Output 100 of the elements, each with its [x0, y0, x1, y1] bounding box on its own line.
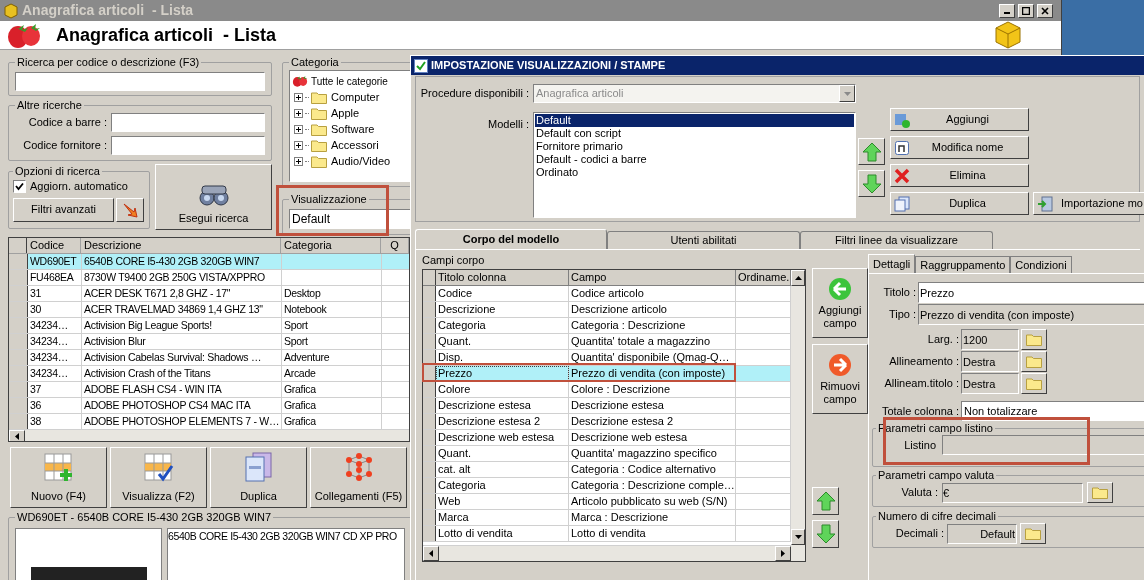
grid-row[interactable]: Colore Colore : Descrizione — [423, 382, 791, 398]
input-field[interactable]: Default — [947, 523, 1017, 544]
table-row[interactable]: 30 ACER TRAVELMAD 34869 1,4 GHZ 13" Notebook — [9, 302, 409, 318]
tree-item[interactable]: Tutte le categorie — [311, 73, 388, 89]
search-field[interactable] — [15, 71, 265, 91]
table-cell: ACER DESK T671 2,8 GHZ - 17" — [82, 286, 282, 301]
list-item[interactable]: Ordinato — [535, 166, 854, 179]
grid-row[interactable]: cat. alt Categoria : Codice alternativo — [423, 462, 791, 478]
input-field[interactable]: Destra — [961, 373, 1019, 394]
horizontal-scrollbar[interactable] — [9, 430, 409, 441]
field-button[interactable]: Rimuovi campo — [812, 344, 868, 414]
input-field[interactable] — [942, 435, 1144, 455]
grid-row[interactable]: Categoria Categoria : Descrizione — [423, 318, 791, 334]
table-row[interactable]: WD690ET 6540B CORE I5-430 2GB 320GB WIN7 — [9, 254, 409, 270]
folder-button[interactable] — [1021, 351, 1047, 372]
table-row[interactable]: 37 ADOBE FLASH CS4 - WIN ITA Grafica — [9, 382, 409, 398]
folder-button[interactable] — [1087, 482, 1113, 503]
table-row[interactable]: FU468EA 8730W T9400 2GB 250G VISTA/XPPRO — [9, 270, 409, 286]
list-item[interactable]: Fornitore primario — [535, 140, 854, 153]
checkbox[interactable] — [13, 179, 26, 193]
horizontal-scrollbar[interactable] — [423, 545, 791, 561]
list-item[interactable]: Default - codici a barre — [535, 153, 854, 166]
column-header[interactable]: Descrizione — [81, 238, 281, 253]
list-item[interactable]: Default con script — [535, 127, 854, 140]
table-cell: Quantita' magazzino specifico — [569, 446, 736, 461]
folder-button[interactable] — [1020, 523, 1046, 544]
tab[interactable]: Raggruppamento — [915, 256, 1011, 273]
dialog-button[interactable]: Duplica — [890, 192, 1029, 215]
move-up-button[interactable] — [858, 138, 885, 165]
grid-row[interactable]: Codice Codice articolo — [423, 286, 791, 302]
grid-row[interactable]: Descrizione estesa 2 Descrizione estesa 2 — [423, 414, 791, 430]
toolbar-button[interactable]: Duplica — [210, 447, 307, 508]
input-field[interactable] — [111, 113, 265, 132]
column-header[interactable]: Campo — [569, 270, 736, 285]
filter-button[interactable] — [116, 197, 144, 222]
column-header[interactable]: Categoria — [281, 238, 381, 253]
tree-item[interactable]: Computer — [331, 88, 380, 106]
input-field[interactable] — [111, 136, 265, 155]
input-field[interactable]: 1200 — [961, 329, 1019, 350]
folder-button[interactable] — [1021, 373, 1047, 394]
grid-row[interactable]: Web Articolo pubblicato su web (S/N) — [423, 494, 791, 510]
folder-button[interactable] — [1021, 329, 1047, 350]
field-label: Listino — [903, 437, 936, 453]
tab[interactable]: Utenti abilitati — [607, 231, 800, 249]
move-down-button[interactable] — [858, 170, 885, 197]
dialog-button[interactable]: Elimina — [890, 164, 1029, 187]
column-header[interactable]: Codice — [27, 238, 81, 253]
search-run-button[interactable]: Esegui ricerca — [155, 164, 272, 230]
grid-row[interactable]: Descrizione Descrizione articolo — [423, 302, 791, 318]
grid-row[interactable]: Categoria Categoria : Descrizione comple… — [423, 478, 791, 494]
expand-icon[interactable] — [294, 92, 303, 102]
arrow-up-icon — [861, 141, 882, 162]
input-field[interactable]: € — [942, 482, 1083, 503]
input-field[interactable]: Prezzo di vendita (con imposte) — [918, 304, 1144, 325]
move-up-button[interactable] — [812, 487, 839, 515]
tree-item[interactable]: Software — [331, 120, 375, 138]
column-header[interactable]: Titolo colonna — [436, 270, 569, 285]
tab[interactable]: Corpo del modello — [415, 229, 607, 249]
table-cell: Descrizione articolo — [569, 302, 736, 317]
grid-row[interactable]: Descrizione web estesa Descrizione web estesa — [423, 430, 791, 446]
table-cell: 34234… — [28, 318, 82, 333]
expand-icon[interactable] — [294, 140, 303, 150]
dialog-button[interactable]: Modifica nome — [890, 136, 1029, 159]
column-header[interactable]: Q — [381, 238, 409, 253]
table-row[interactable]: 34234… Activision Blur Sport — [9, 334, 409, 350]
advanced-filters-button[interactable]: Filtri avanzati — [13, 197, 114, 222]
table-row[interactable]: 36 ADOBE PHOTOSHOP CS4 MAC ITA Grafica — [9, 398, 409, 414]
table-row[interactable]: 34234… Activision Crash of the Titans Arcade — [9, 366, 409, 382]
vertical-scrollbar[interactable] — [791, 270, 805, 561]
input-field[interactable]: Prezzo — [918, 282, 1144, 303]
field-button[interactable]: Aggiungi campo — [812, 268, 868, 338]
toolbar-button[interactable]: Collegamenti (F5) — [310, 447, 407, 508]
table-row[interactable]: 34234… Activision Big League Sports! Sport — [9, 318, 409, 334]
expand-icon[interactable] — [294, 108, 303, 118]
dialog-button[interactable]: Aggiungi — [890, 108, 1029, 131]
table-row[interactable]: 38 ADOBE PHOTOSHOP ELEMENTS 7 - W… Grafica — [9, 414, 409, 430]
tree-item[interactable]: Accessori — [331, 136, 379, 154]
grid-row[interactable]: Marca Marca : Descrizione — [423, 510, 791, 526]
grid-row[interactable]: Descrizione estesa Descrizione estesa — [423, 398, 791, 414]
grid-row[interactable]: Lotto di vendita Lotto di vendita — [423, 526, 791, 542]
grid-row[interactable]: Quant. Quantita' totale a magazzino — [423, 334, 791, 350]
tab[interactable]: Condizioni — [1010, 256, 1072, 273]
tab[interactable]: Dettagli — [868, 254, 916, 273]
close-button[interactable] — [1037, 3, 1053, 18]
expand-icon[interactable] — [294, 124, 303, 134]
grid-row[interactable]: Quant. Quantita' magazzino specifico — [423, 446, 791, 462]
expand-icon[interactable] — [294, 156, 303, 166]
tree-item[interactable]: Apple — [331, 104, 360, 122]
move-down-button[interactable] — [812, 520, 839, 548]
table-row[interactable]: 34234… Activision Cabelas Survival: Shadows … Adventure — [9, 350, 409, 366]
input-field[interactable]: Destra — [961, 351, 1019, 372]
table-row[interactable]: 31 ACER DESK T671 2,8 GHZ - 17" Desktop — [9, 286, 409, 302]
maximize-button[interactable] — [1018, 3, 1034, 18]
toolbar-button[interactable]: Nuovo (F4) — [10, 447, 107, 508]
toolbar-button[interactable]: Visualizza (F2) — [110, 447, 207, 508]
tab[interactable]: Filtri linee da visualizzare — [800, 231, 993, 249]
dialog-button[interactable]: Importazione mo — [1033, 192, 1144, 215]
minimize-button[interactable] — [999, 3, 1015, 18]
list-item[interactable]: Default — [535, 114, 854, 127]
tree-item[interactable]: Audio/Video — [331, 152, 391, 170]
